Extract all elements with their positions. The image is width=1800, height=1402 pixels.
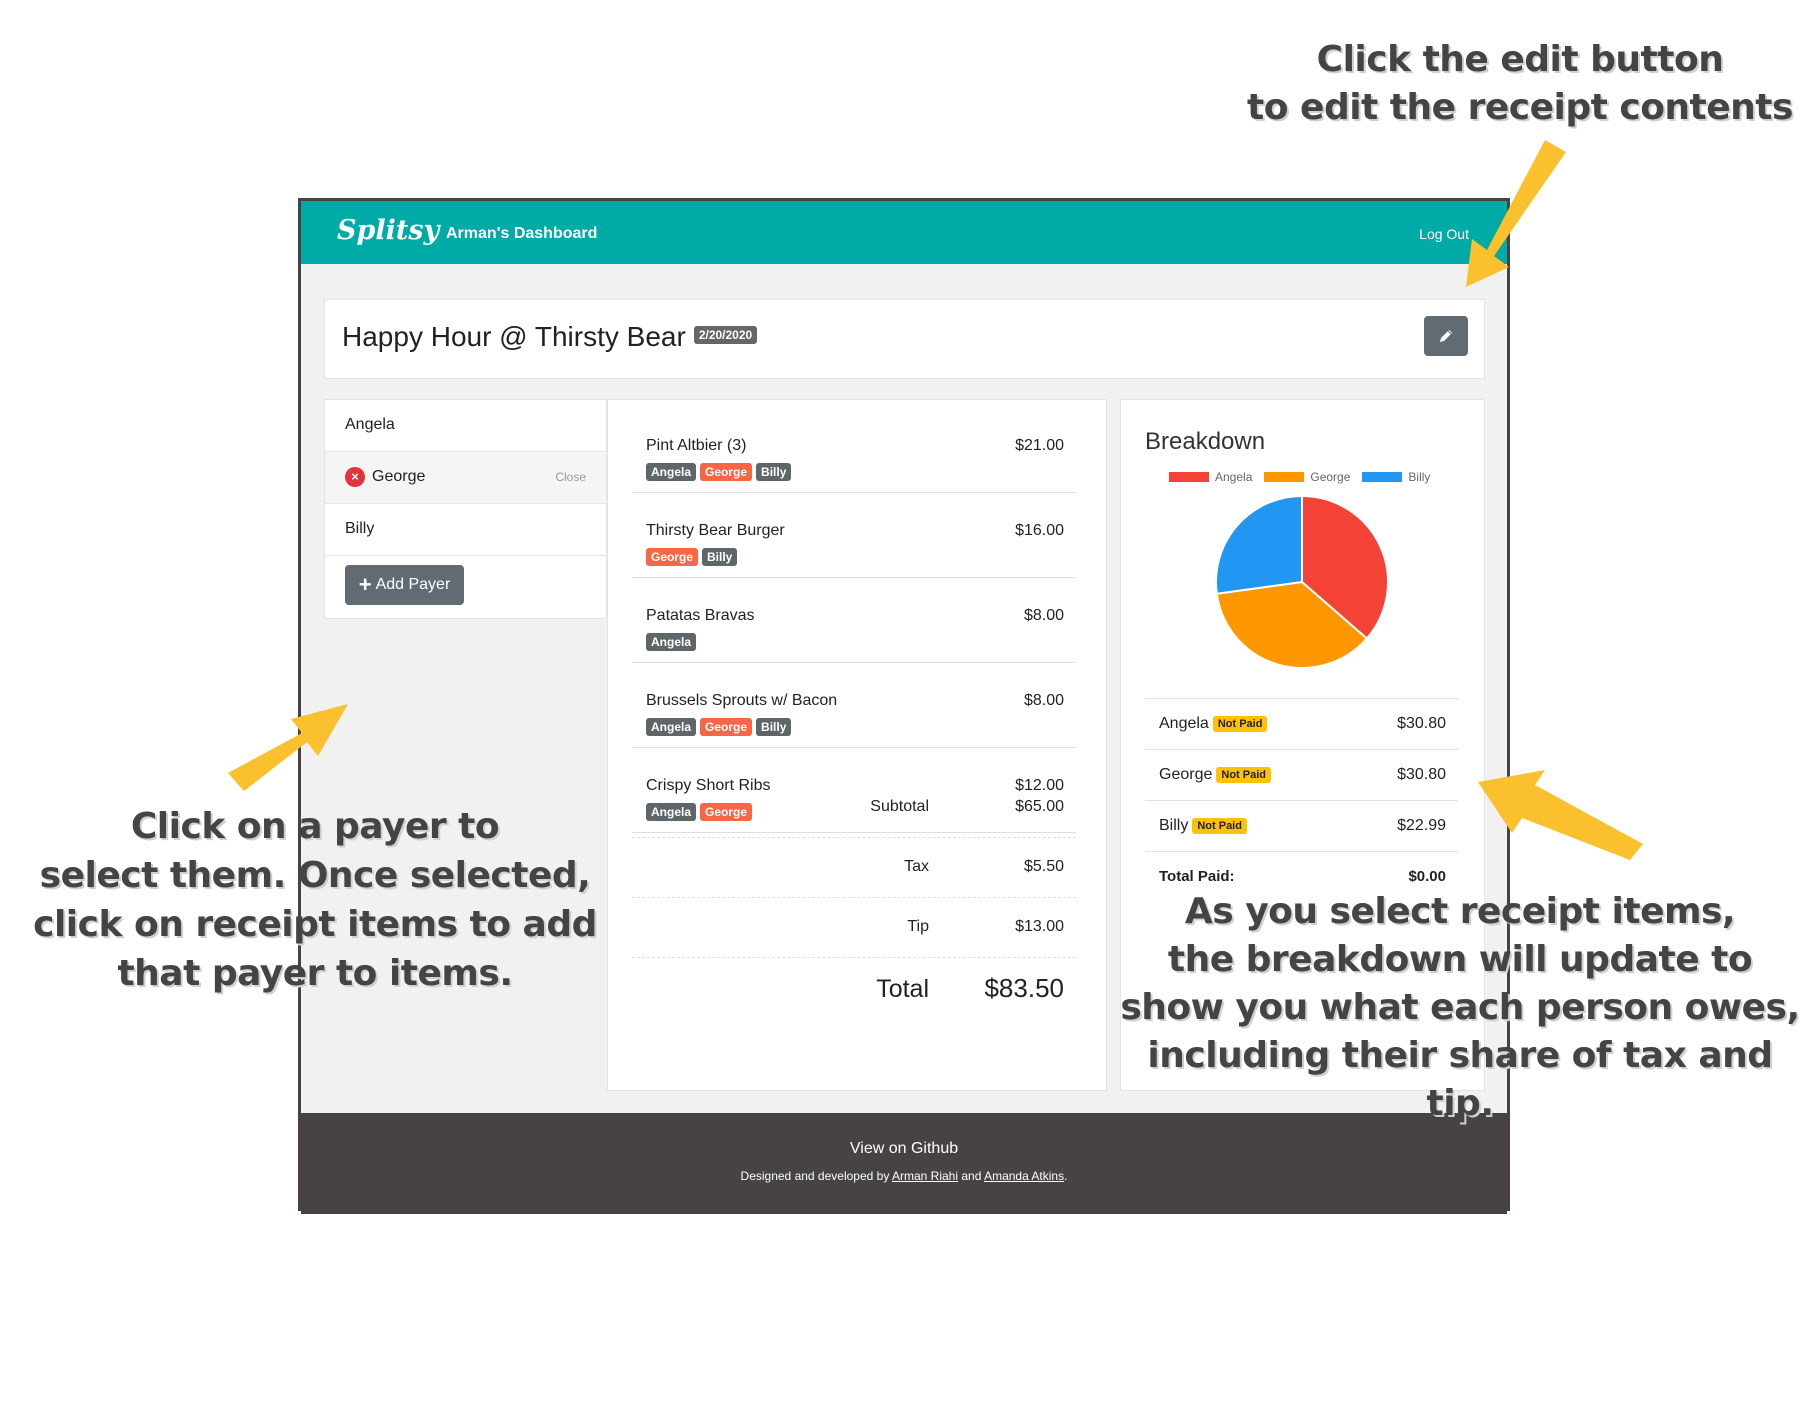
annotation-line: click on receipt items to add	[33, 904, 597, 945]
arrow-payer	[228, 704, 348, 791]
annotation-line: that payer to items.	[117, 953, 513, 994]
annotation-arrows	[228, 140, 1643, 860]
arrow-breakdown	[1478, 770, 1643, 860]
annotation-line: select them. Once selected,	[39, 855, 591, 896]
annotation-breakdown: As you select receipt items, the breakdo…	[1120, 888, 1800, 1128]
annotation-line: show you what each person owes,	[1120, 987, 1800, 1028]
arrow-edit	[1466, 140, 1566, 287]
annotation-payer: Click on a payer to select them. Once se…	[30, 802, 600, 998]
annotation-line: Click the edit button	[1316, 39, 1724, 80]
annotation-line: to edit the receipt contents	[1247, 87, 1793, 128]
annotation-edit: Click the edit button to edit the receip…	[1240, 36, 1800, 132]
annotation-line: Click on a payer to	[130, 806, 500, 847]
annotation-line: the breakdown will update to	[1167, 939, 1753, 980]
annotation-line: including their share of tax and tip.	[1147, 1035, 1773, 1124]
annotation-line: As you select receipt items,	[1184, 891, 1736, 932]
